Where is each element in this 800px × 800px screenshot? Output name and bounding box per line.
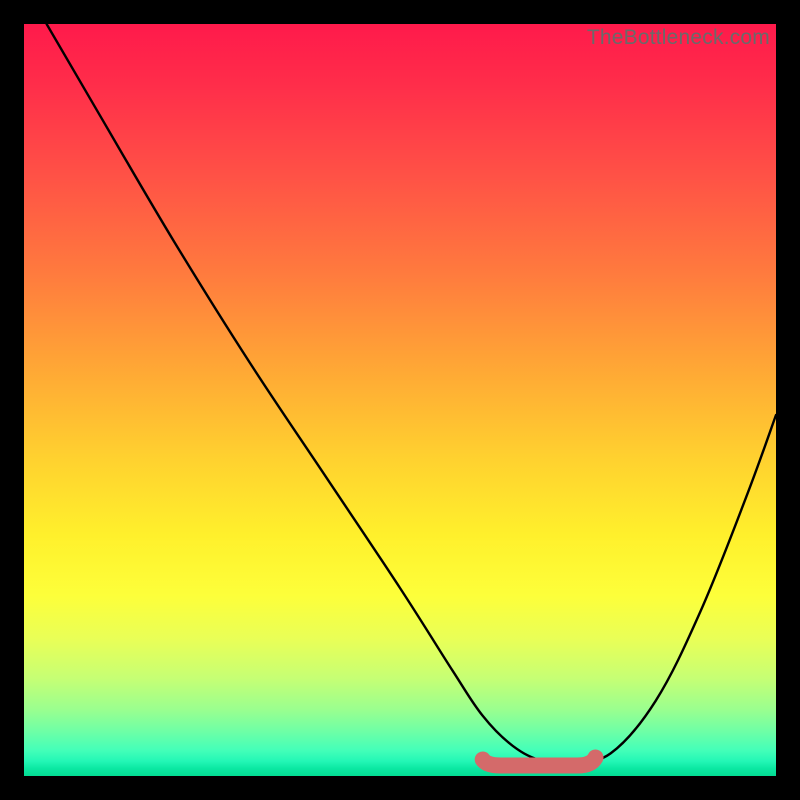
sweet-spot-highlight bbox=[483, 758, 596, 766]
curve-layer bbox=[24, 24, 776, 776]
bottleneck-curve bbox=[47, 24, 776, 763]
watermark-text: TheBottleneck.com bbox=[587, 26, 770, 50]
chart-frame: TheBottleneck.com bbox=[0, 0, 800, 800]
plot-area: TheBottleneck.com bbox=[24, 24, 776, 776]
